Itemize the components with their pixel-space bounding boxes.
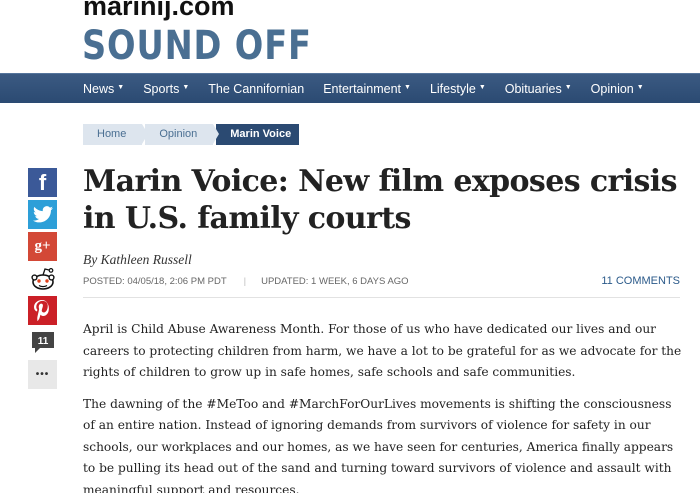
twitter-icon bbox=[32, 206, 53, 223]
main-nav: News ▼ Sports ▼ The Cannifornian Entertain… bbox=[0, 73, 700, 103]
facebook-icon: f bbox=[38, 169, 47, 195]
caret-down-icon: ▼ bbox=[478, 84, 486, 91]
nav-item-label: Sports bbox=[143, 81, 180, 96]
nav-item-cannifornian[interactable]: The Cannifornian bbox=[208, 82, 304, 96]
nav-item-lifestyle[interactable]: Lifestyle ▼ bbox=[430, 82, 486, 96]
twitter-share-button[interactable] bbox=[28, 200, 57, 229]
more-dots-icon: ••• bbox=[35, 369, 50, 380]
breadcrumb-home[interactable]: Home bbox=[83, 124, 149, 145]
pinterest-icon bbox=[33, 299, 49, 321]
reddit-share-button[interactable] bbox=[28, 264, 57, 293]
masthead: marinij.com SOUND OFF bbox=[0, 0, 700, 73]
nav-item-label: Lifestyle bbox=[429, 81, 476, 96]
breadcrumb-opinion[interactable]: Opinion bbox=[145, 124, 220, 145]
article-headline: Marin Voice: New film exposes crisis in … bbox=[83, 164, 677, 236]
breadcrumb: Home Opinion Marin Voice bbox=[83, 124, 302, 145]
nav-item-label: Opinion bbox=[590, 81, 634, 96]
article-paragraph: The dawning of the #MeToo and #MarchForO… bbox=[83, 396, 674, 493]
article-body: April is Child Abuse Awareness Month. Fo… bbox=[83, 319, 683, 493]
nav-item-label: The Cannifornian bbox=[208, 81, 305, 96]
article-byline: By Kathleen Russell bbox=[83, 252, 192, 267]
googleplus-icon: g+ bbox=[34, 238, 51, 254]
caret-down-icon: ▼ bbox=[636, 84, 644, 91]
facebook-share-button[interactable]: f bbox=[28, 168, 57, 197]
updated-date: UPDATED: 1 WEEK, 6 DAYS AGO bbox=[261, 276, 409, 287]
comment-count: 11 bbox=[37, 336, 48, 347]
article-paragraph: April is Child Abuse Awareness Month. Fo… bbox=[83, 322, 682, 379]
breadcrumb-marin-voice[interactable]: Marin Voice bbox=[216, 124, 300, 145]
caret-down-icon: ▼ bbox=[182, 84, 190, 91]
site-url-logo[interactable]: marinij.com bbox=[83, 0, 235, 21]
nav-item-label: Obituaries bbox=[504, 81, 562, 96]
reddit-icon bbox=[30, 267, 55, 290]
nav-item-sports[interactable]: Sports ▼ bbox=[143, 82, 189, 96]
comment-bubble-icon: 11 bbox=[31, 331, 54, 353]
nav-item-label: Entertainment bbox=[323, 81, 402, 96]
article-meta: POSTED: 04/05/18, 2:06 PM PDT | UPDATED:… bbox=[83, 275, 680, 298]
posted-date: POSTED: 04/05/18, 2:06 PM PDT bbox=[83, 276, 227, 287]
share-sidebar: f g+ 11 ••• bbox=[28, 168, 57, 392]
caret-down-icon: ▼ bbox=[564, 84, 572, 91]
nav-item-opinion[interactable]: Opinion ▼ bbox=[591, 82, 644, 96]
caret-down-icon: ▼ bbox=[117, 84, 125, 91]
comments-count-button[interactable]: 11 bbox=[28, 328, 57, 357]
more-share-button[interactable]: ••• bbox=[28, 360, 57, 389]
nav-item-news[interactable]: News ▼ bbox=[83, 82, 124, 96]
pinterest-share-button[interactable] bbox=[28, 296, 57, 325]
googleplus-share-button[interactable]: g+ bbox=[28, 232, 57, 261]
nav-item-obituaries[interactable]: Obituaries ▼ bbox=[505, 82, 572, 96]
caret-down-icon: ▼ bbox=[404, 84, 411, 91]
site-title[interactable]: SOUND OFF bbox=[82, 22, 312, 70]
meta-separator: | bbox=[243, 276, 247, 287]
nav-item-label: News bbox=[83, 81, 115, 96]
nav-item-entertainment[interactable]: Entertainment ▼ bbox=[323, 82, 411, 96]
comments-link[interactable]: 11 COMMENTS bbox=[601, 275, 680, 287]
